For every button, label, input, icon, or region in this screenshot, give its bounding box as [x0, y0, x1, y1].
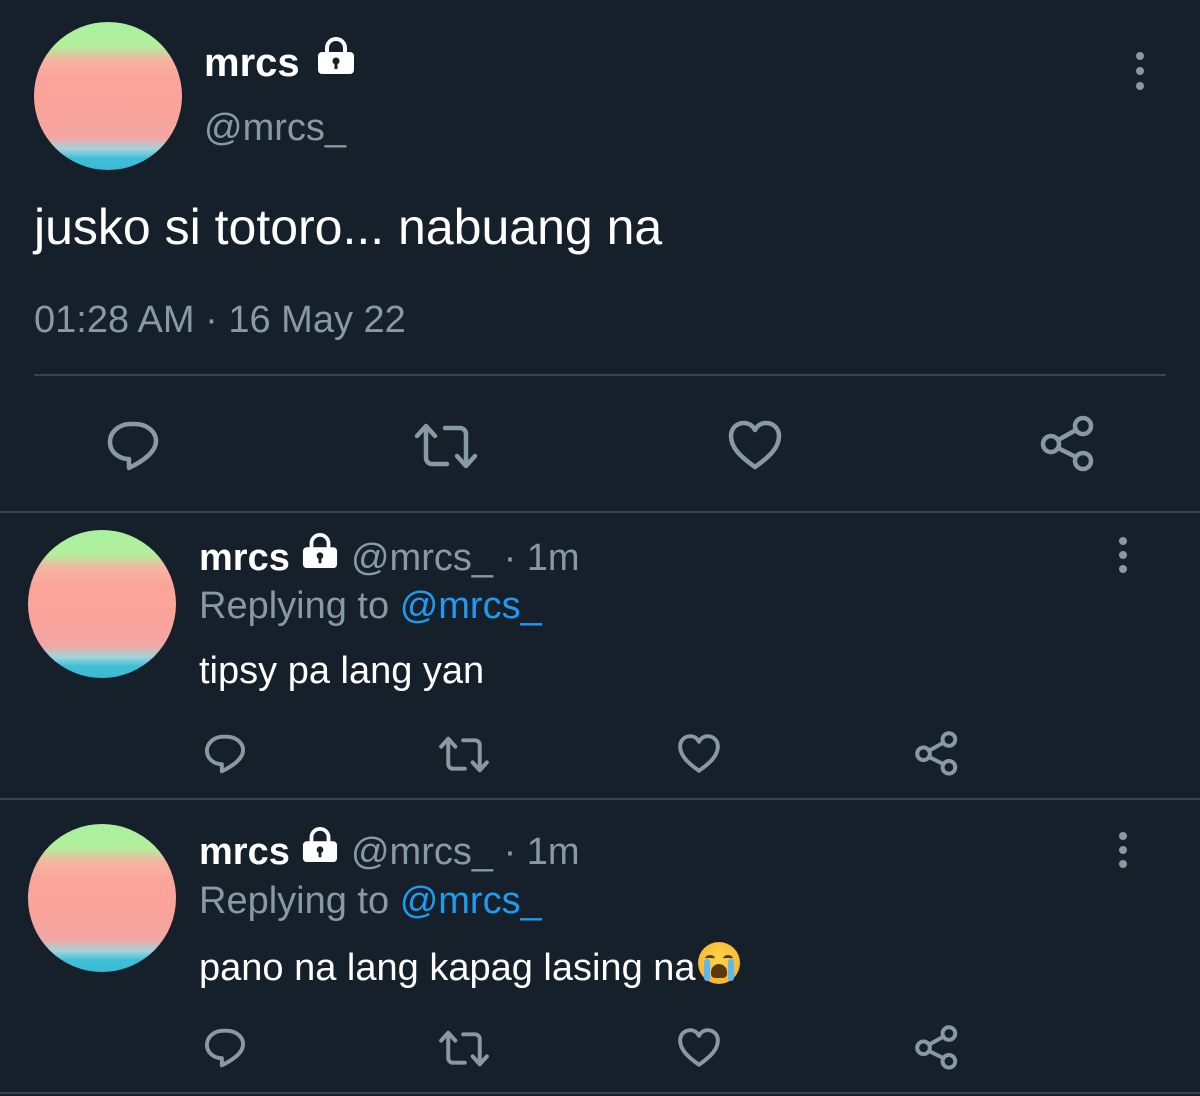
avatar[interactable]: [28, 530, 176, 678]
display-name[interactable]: mrcs: [199, 831, 290, 873]
timestamp[interactable]: 1m: [527, 537, 580, 579]
replying-to: Replying to @mrcs_: [199, 584, 542, 628]
more-icon[interactable]: [1118, 537, 1128, 573]
reply-icon[interactable]: [105, 418, 161, 474]
tweet-text: tipsy pa lang yan: [199, 650, 485, 692]
divider: [34, 374, 1166, 376]
time: 01:28 AM: [34, 299, 195, 341]
tweet-text: pano na lang kapag lasing na: [199, 947, 696, 989]
reply-header: mrcs @mrcs_ · 1m: [199, 532, 580, 580]
display-name[interactable]: mrcs: [199, 537, 290, 579]
separator: ·: [503, 537, 517, 579]
tweet-text: jusko si totoro... nabuang na: [34, 199, 663, 255]
divider: [0, 511, 1200, 513]
handle[interactable]: @mrcs_: [351, 537, 493, 579]
separator: ·: [205, 299, 218, 341]
divider: [0, 1092, 1200, 1094]
more-icon[interactable]: [1135, 52, 1145, 90]
share-icon[interactable]: [1039, 414, 1097, 472]
separator: ·: [503, 831, 517, 873]
tweet-text-row: pano na lang kapag lasing na: [199, 942, 740, 991]
replying-to: Replying to @mrcs_: [199, 879, 542, 923]
reply-header: mrcs @mrcs_ · 1m: [199, 826, 580, 874]
divider: [0, 798, 1200, 800]
replying-handle-link[interactable]: @mrcs_: [400, 880, 542, 922]
replying-label: Replying to: [199, 585, 390, 627]
lock-icon: [300, 826, 340, 873]
reply-icon[interactable]: [203, 1026, 247, 1070]
replying-label: Replying to: [199, 880, 390, 922]
handle[interactable]: @mrcs_: [204, 106, 346, 150]
avatar[interactable]: [34, 22, 182, 170]
retweet-icon[interactable]: [438, 1028, 490, 1069]
retweet-icon[interactable]: [413, 420, 479, 472]
lock-icon: [300, 532, 340, 579]
reply-icon[interactable]: [203, 732, 247, 776]
like-icon[interactable]: [677, 733, 721, 774]
like-icon[interactable]: [727, 419, 783, 471]
loudly-crying-face-emoji: [697, 942, 740, 984]
share-icon[interactable]: [914, 1024, 960, 1070]
retweet-icon[interactable]: [438, 734, 490, 775]
timestamp[interactable]: 1m: [527, 831, 580, 873]
more-icon[interactable]: [1118, 832, 1128, 868]
date: 16 May 22: [228, 299, 406, 341]
lock-icon: [315, 37, 357, 85]
handle[interactable]: @mrcs_: [351, 831, 493, 873]
replying-handle-link[interactable]: @mrcs_: [400, 585, 542, 627]
share-icon[interactable]: [914, 730, 960, 776]
avatar[interactable]: [28, 824, 176, 972]
timestamp: 01:28 AM · 16 May 22: [34, 298, 406, 342]
display-name[interactable]: mrcs: [204, 37, 357, 86]
display-name-text: mrcs: [204, 41, 300, 85]
like-icon[interactable]: [677, 1027, 721, 1068]
